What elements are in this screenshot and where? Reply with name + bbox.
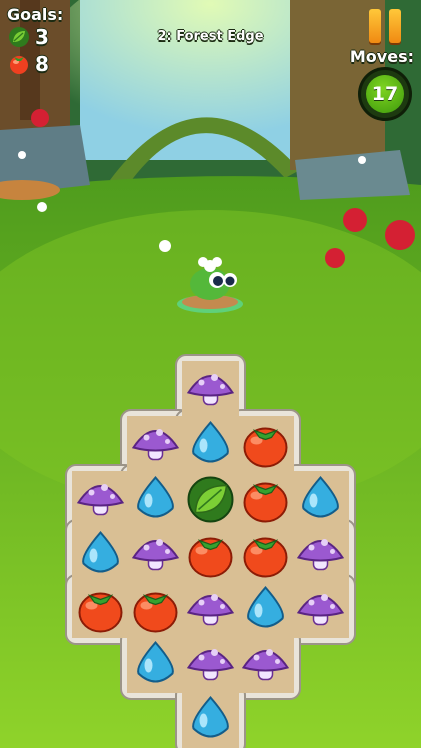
- game-board: [65, 354, 356, 748]
- tomato-tile[interactable]: [243, 537, 288, 578]
- tomato-tile[interactable]: [243, 427, 288, 468]
- tomato-tile[interactable]: [188, 537, 233, 578]
- tomato-tile[interactable]: [78, 592, 123, 633]
- leaf-tile[interactable]: [187, 476, 234, 523]
- tomato-tile[interactable]: [133, 592, 178, 633]
- tomato-tile[interactable]: [243, 482, 288, 523]
